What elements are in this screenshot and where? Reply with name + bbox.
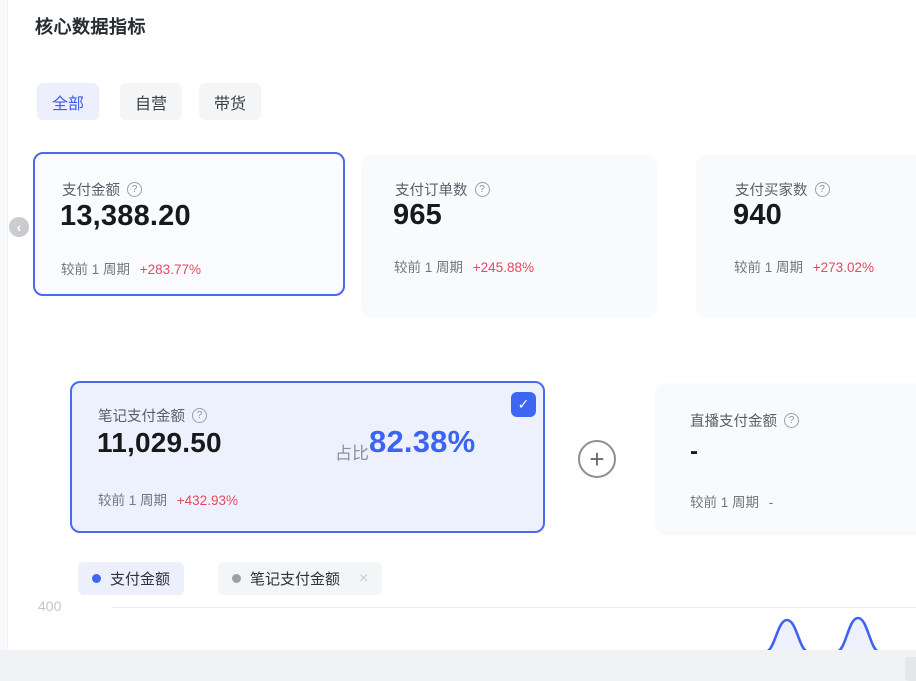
metric-value: 940 bbox=[733, 199, 782, 232]
close-icon[interactable]: × bbox=[359, 570, 368, 588]
tab-affiliate-label: 带货 bbox=[214, 90, 246, 114]
y-axis-tick-label: 400 bbox=[38, 598, 61, 614]
legend-dot-icon bbox=[92, 574, 101, 583]
share-label: 占比 bbox=[335, 439, 369, 464]
breakdown-card-live-payment[interactable]: 直播支付金额 ? - 较前 1 周期 - bbox=[655, 383, 916, 535]
chart-line-peaks[interactable] bbox=[735, 612, 916, 650]
page-left-edge bbox=[0, 0, 8, 681]
metric-label: 支付买家数 bbox=[735, 179, 808, 200]
compare-period-label: 较前 1 周期 bbox=[98, 493, 167, 508]
metric-card-paid-buyers[interactable]: 支付买家数 ? 940 较前 1 周期 +273.02% bbox=[696, 155, 916, 318]
tab-self-operated-label: 自营 bbox=[135, 90, 167, 114]
page-bottom-background bbox=[0, 650, 916, 681]
metric-compare-row: 较前 1 周期 +273.02% bbox=[734, 256, 874, 276]
legend-item-note-payment[interactable]: 笔记支付金额 × bbox=[218, 562, 382, 595]
metric-label: 支付金额 bbox=[62, 179, 120, 200]
checkbox-checked[interactable]: ✓ bbox=[511, 392, 536, 417]
floating-button-partial[interactable] bbox=[905, 657, 916, 681]
page-title: 核心数据指标 bbox=[35, 13, 146, 39]
compare-period-label: 较前 1 周期 bbox=[690, 495, 759, 510]
help-icon[interactable]: ? bbox=[815, 182, 830, 197]
metric-value: 965 bbox=[393, 199, 442, 232]
add-metric-button[interactable]: + bbox=[578, 440, 616, 478]
metric-compare-row: 较前 1 周期 +283.77% bbox=[61, 258, 201, 278]
tab-all-label: 全部 bbox=[52, 90, 84, 114]
compare-change-value: +283.77% bbox=[140, 262, 201, 277]
metric-label: 直播支付金额 bbox=[690, 410, 777, 431]
chart-gridline bbox=[112, 607, 916, 608]
tab-self-operated[interactable]: 自营 bbox=[120, 83, 182, 120]
carousel-prev-button[interactable]: ‹ bbox=[9, 217, 29, 237]
metric-compare-row: 较前 1 周期 +245.88% bbox=[394, 256, 534, 276]
metric-card-payment-amount[interactable]: 支付金额 ? 13,388.20 较前 1 周期 +283.77% bbox=[33, 152, 345, 296]
compare-change-value: +245.88% bbox=[473, 260, 534, 275]
metric-value: 13,388.20 bbox=[60, 200, 191, 233]
compare-period-label: 较前 1 周期 bbox=[394, 260, 463, 275]
metric-compare-row: 较前 1 周期 +432.93% bbox=[98, 489, 238, 509]
breakdown-card-note-payment[interactable]: ✓ 笔记支付金额 ? 11,029.50 占比 82.38% 较前 1 周期 +… bbox=[70, 381, 545, 533]
compare-change-value: +432.93% bbox=[177, 493, 238, 508]
chevron-left-icon: ‹ bbox=[17, 220, 22, 234]
metric-compare-row: 较前 1 周期 - bbox=[690, 491, 773, 511]
tab-all[interactable]: 全部 bbox=[37, 83, 99, 120]
legend-label: 笔记支付金额 bbox=[250, 568, 340, 589]
legend-dot-icon bbox=[232, 574, 241, 583]
metric-value: 11,029.50 bbox=[97, 427, 222, 459]
help-icon[interactable]: ? bbox=[475, 182, 490, 197]
metric-value: - bbox=[690, 438, 698, 466]
legend-item-payment-amount[interactable]: 支付金额 bbox=[78, 562, 184, 595]
help-icon[interactable]: ? bbox=[784, 413, 799, 428]
tab-affiliate[interactable]: 带货 bbox=[199, 83, 261, 120]
legend-label: 支付金额 bbox=[110, 568, 170, 589]
check-icon: ✓ bbox=[518, 396, 530, 413]
compare-period-label: 较前 1 周期 bbox=[734, 260, 803, 275]
compare-change-value: - bbox=[769, 495, 774, 510]
compare-period-label: 较前 1 周期 bbox=[61, 262, 130, 277]
help-icon[interactable]: ? bbox=[127, 182, 142, 197]
compare-change-value: +273.02% bbox=[813, 260, 874, 275]
metric-label: 支付订单数 bbox=[395, 179, 468, 200]
share-value: 82.38% bbox=[369, 424, 475, 460]
help-icon[interactable]: ? bbox=[192, 408, 207, 423]
plus-icon: + bbox=[589, 446, 604, 472]
metric-label: 笔记支付金额 bbox=[98, 405, 185, 426]
metric-card-paid-orders[interactable]: 支付订单数 ? 965 较前 1 周期 +245.88% bbox=[361, 155, 657, 318]
